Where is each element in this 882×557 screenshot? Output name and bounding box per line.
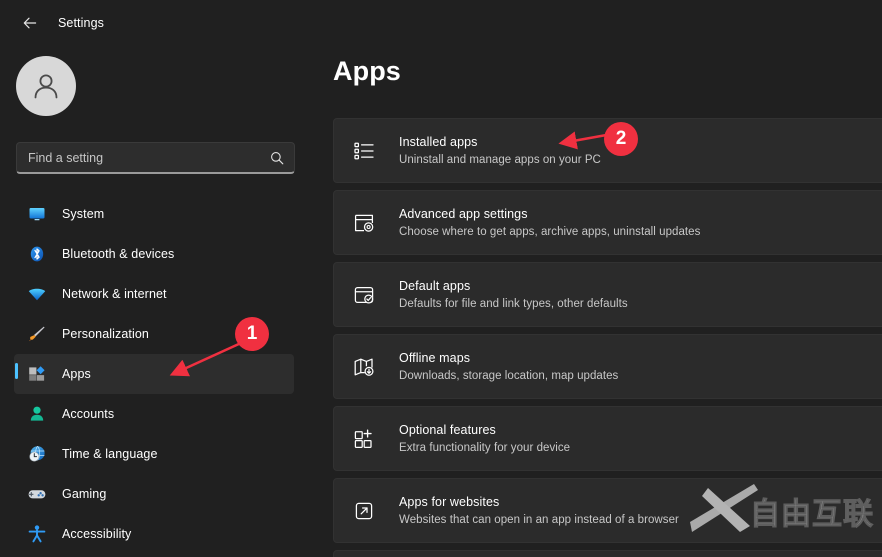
- sidebar-nav: System Bluetooth & devices Network & int…: [0, 194, 320, 554]
- annotation-marker-2: 2: [604, 122, 638, 156]
- watermark-text: 自由互联: [750, 497, 874, 533]
- settings-card-partial[interactable]: [333, 550, 882, 557]
- settings-card-optional-features[interactable]: Optional features Extra functionality fo…: [333, 406, 882, 471]
- avatar[interactable]: [16, 56, 76, 116]
- annotation-marker-1: 1: [235, 317, 269, 351]
- apps-icon: [26, 363, 48, 385]
- sidebar-item-label: Network & internet: [62, 287, 167, 301]
- user-avatar-icon: [34, 74, 58, 99]
- settings-card-advanced-app-settings[interactable]: Advanced app settings Choose where to ge…: [333, 190, 882, 255]
- sidebar-item-network-internet[interactable]: Network & internet: [14, 274, 294, 314]
- person-icon: [26, 403, 48, 425]
- annotation-marker-label: 1: [246, 323, 258, 344]
- sidebar-item-label: Gaming: [62, 487, 107, 501]
- sidebar-item-gaming[interactable]: Gaming: [14, 474, 294, 514]
- sidebar: System Bluetooth & devices: [0, 46, 320, 557]
- settings-card-default-apps[interactable]: Default apps Defaults for file and link …: [333, 262, 882, 327]
- settings-card-offline-maps[interactable]: Offline maps Downloads, storage location…: [333, 334, 882, 399]
- window-title: Settings: [58, 16, 104, 30]
- gamepad-icon: [26, 483, 48, 505]
- paintbrush-icon: [26, 323, 48, 345]
- titlebar: Settings: [0, 0, 882, 46]
- map-download-icon: [350, 353, 378, 381]
- monitor-icon: [26, 203, 48, 225]
- search-input[interactable]: [17, 150, 263, 165]
- card-subtitle: Defaults for file and link types, other …: [399, 297, 628, 310]
- window-check-icon: [350, 281, 378, 309]
- card-title: Apps for websites: [399, 494, 500, 509]
- sidebar-item-label: Accounts: [62, 407, 115, 421]
- bluetooth-icon: [26, 243, 48, 265]
- grid-plus-icon: [350, 425, 378, 453]
- sidebar-item-label: System: [62, 207, 105, 221]
- sidebar-item-apps[interactable]: Apps: [14, 354, 294, 394]
- watermark: 自由互联: [688, 482, 878, 540]
- sidebar-item-system[interactable]: System: [14, 194, 294, 234]
- card-title: Offline maps: [399, 350, 471, 365]
- page-title: Apps: [333, 56, 401, 86]
- card-subtitle: Uninstall and manage apps on your PC: [399, 153, 601, 166]
- main-content: Apps Installed apps Uninstall and manage…: [320, 46, 882, 557]
- back-arrow-icon: [23, 17, 37, 29]
- card-subtitle: Extra functionality for your device: [399, 441, 571, 454]
- sidebar-item-accessibility[interactable]: Accessibility: [14, 514, 294, 554]
- sidebar-item-label: Personalization: [62, 327, 149, 341]
- card-title: Installed apps: [399, 134, 478, 149]
- wifi-icon: [26, 283, 48, 305]
- card-subtitle: Choose where to get apps, archive apps, …: [399, 225, 701, 238]
- sidebar-item-label: Accessibility: [62, 527, 132, 541]
- back-button[interactable]: [14, 7, 46, 39]
- card-subtitle: Downloads, storage location, map updates: [399, 369, 619, 382]
- accessibility-icon: [26, 523, 48, 545]
- list-apps-icon: [350, 137, 378, 165]
- annotation-marker-label: 2: [615, 128, 627, 149]
- sidebar-item-label: Bluetooth & devices: [62, 247, 175, 261]
- sidebar-item-time-language[interactable]: Time & language: [14, 434, 294, 474]
- sidebar-item-label: Time & language: [62, 447, 158, 461]
- sidebar-item-label: Apps: [62, 367, 91, 381]
- open-external-icon: [350, 497, 378, 525]
- window-gear-icon: [350, 209, 378, 237]
- card-title: Optional features: [399, 422, 496, 437]
- clock-globe-icon: [26, 443, 48, 465]
- search-icon: [271, 151, 284, 164]
- card-title: Default apps: [399, 278, 471, 293]
- search-button[interactable]: [263, 145, 291, 171]
- sidebar-item-bluetooth-devices[interactable]: Bluetooth & devices: [14, 234, 294, 274]
- card-subtitle: Websites that can open in an app instead…: [399, 513, 679, 526]
- search-box[interactable]: [16, 142, 295, 174]
- card-title: Advanced app settings: [399, 206, 528, 221]
- sidebar-item-accounts[interactable]: Accounts: [14, 394, 294, 434]
